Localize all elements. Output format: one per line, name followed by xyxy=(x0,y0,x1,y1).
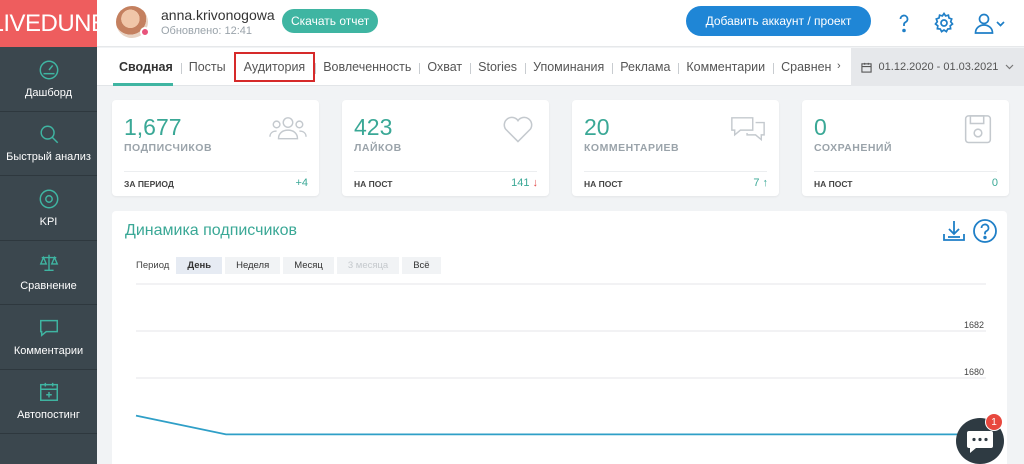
instagram-badge-icon xyxy=(140,27,150,37)
tab-1[interactable]: Посты xyxy=(180,60,234,74)
sidebar-item-1[interactable]: Быстрый анализ xyxy=(0,112,97,176)
stat-label: ПОДПИСЧИКОВ xyxy=(124,142,213,154)
subscribers-dynamics-panel: Динамика подписчиков Период День Неделя Ме… xyxy=(112,211,1007,464)
calendar-icon xyxy=(860,62,872,73)
y-tick-label: 1682 xyxy=(964,320,984,330)
scales-icon xyxy=(38,252,60,274)
sidebar-item-4[interactable]: Комментарии xyxy=(0,305,97,370)
stat-value: 0 xyxy=(814,114,827,140)
stat-delta-value: 0 xyxy=(991,177,998,189)
sidebar-item-label: KPI xyxy=(39,215,58,228)
subscribers-series-line xyxy=(135,414,986,436)
stat-sub-label: НА ПОСТ xyxy=(814,179,853,189)
stat-delta-value: 7 xyxy=(753,177,760,189)
chat-unread-badge: 1 xyxy=(985,413,1003,431)
stat-value: 1,677 xyxy=(124,114,182,140)
tabs-scroll-right-icon[interactable]: › xyxy=(837,60,841,72)
speedometer-icon xyxy=(38,59,60,81)
divider xyxy=(354,171,537,172)
updated-time: Обновлено: 12:41 xyxy=(161,25,253,37)
tab-4[interactable]: Охват xyxy=(419,60,470,74)
download-report-button[interactable]: Скачать отчет xyxy=(282,9,379,33)
sidebar-item-label: Автопостинг xyxy=(17,409,80,422)
sidebar: LIVEDUNE Дашборд Быстрый анализ KPI Сравнен… xyxy=(0,0,107,464)
add-account-button[interactable]: Добавить аккаунт / проект xyxy=(686,6,871,36)
sidebar-item-label: Дашборд xyxy=(24,86,73,99)
sidebar-item-label: Сравнение xyxy=(20,280,77,293)
stat-sub-label: ЗА ПЕРИОД xyxy=(124,179,174,189)
stat-value: 20 xyxy=(584,114,610,140)
stat-label: КОММЕНТАРИЕВ xyxy=(584,142,680,154)
comments-icon xyxy=(729,114,767,146)
tab-5[interactable]: Stories xyxy=(470,60,525,74)
sidebar-item-3[interactable]: Сравнение xyxy=(0,241,97,305)
stat-delta-value: +4 xyxy=(295,177,308,189)
date-range-picker[interactable]: 01.12.2020 - 01.03.2021 xyxy=(851,48,1024,86)
tab-3[interactable]: Вовлеченность xyxy=(315,60,419,74)
stat-delta: +4 xyxy=(295,177,308,189)
gear-icon[interactable] xyxy=(932,11,956,35)
arrow-down-icon: ↓ xyxy=(532,177,539,189)
stat-delta-value: 141 xyxy=(511,177,530,189)
sidebar-item-5[interactable]: Автопостинг xyxy=(0,370,97,434)
stat-delta: 0 xyxy=(992,177,998,189)
stat-card-3[interactable]: 0 СОХРАНЕНИЙ НА ПОСТ 0 xyxy=(802,100,1009,196)
tab-0[interactable]: Сводная xyxy=(111,60,181,86)
tab-list: Сводная Посты Аудитория Вовлеченность Охват S… xyxy=(97,48,851,86)
stat-sub-label: НА ПОСТ xyxy=(354,179,393,189)
chevron-down-icon xyxy=(1006,64,1014,70)
sidebar-item-label: Комментарии xyxy=(13,344,84,357)
stat-value: 423 xyxy=(354,114,393,140)
heart-icon xyxy=(499,114,537,146)
stat-label: ЛАЙКОВ xyxy=(354,142,402,154)
tab-6[interactable]: Упоминания xyxy=(525,60,612,74)
arrow-up-icon: ↑ xyxy=(762,177,769,189)
user-menu-icon[interactable] xyxy=(973,11,1007,35)
search-icon xyxy=(38,123,60,145)
tabs-bar: Сводная Посты Аудитория Вовлеченность Охват S… xyxy=(97,48,1024,86)
y-tick-label: 1680 xyxy=(964,367,984,377)
date-range-text: 01.12.2020 - 01.03.2021 xyxy=(878,61,999,73)
tab-8[interactable]: Комментарии xyxy=(678,60,773,74)
livedune-logo[interactable]: LIVEDUNE xyxy=(0,0,107,47)
stat-delta: 141 ↓ xyxy=(511,177,538,189)
stat-card-1[interactable]: 423 ЛАЙКОВ НА ПОСТ 141 ↓ xyxy=(342,100,549,196)
comment-icon xyxy=(38,317,60,339)
tab-2[interactable]: Аудитория xyxy=(233,52,316,82)
sidebar-item-label: Быстрый анализ xyxy=(6,151,91,164)
divider xyxy=(814,171,997,172)
people-icon xyxy=(269,114,307,146)
stat-delta: 7 ↑ xyxy=(753,177,768,189)
stat-card-2[interactable]: 20 КОММЕНТАРИЕВ НА ПОСТ 7 ↑ xyxy=(572,100,779,196)
tab-9[interactable]: Сравнен xyxy=(773,60,839,74)
calendar-plus-icon xyxy=(38,381,60,403)
stat-sub-label: НА ПОСТ xyxy=(584,179,623,189)
top-header: anna.krivonogowa Обновлено: 12:41 Скачат… xyxy=(97,0,1024,47)
divider xyxy=(584,171,767,172)
stat-label: СОХРАНЕНИЙ xyxy=(814,142,893,154)
target-icon xyxy=(38,188,60,210)
help-icon[interactable] xyxy=(892,11,916,35)
sidebar-item-2[interactable]: KPI xyxy=(0,176,97,241)
stat-card-0[interactable]: 1,677 ПОДПИСЧИКОВ ЗА ПЕРИОД +4 xyxy=(112,100,319,196)
account-name[interactable]: anna.krivonogowa xyxy=(161,7,275,23)
divider xyxy=(124,171,307,172)
subscribers-line-chart: 1682 1680 xyxy=(135,283,986,436)
save-icon xyxy=(959,114,997,146)
tab-7[interactable]: Реклама xyxy=(612,60,678,74)
sidebar-item-0[interactable]: Дашборд xyxy=(0,47,97,112)
